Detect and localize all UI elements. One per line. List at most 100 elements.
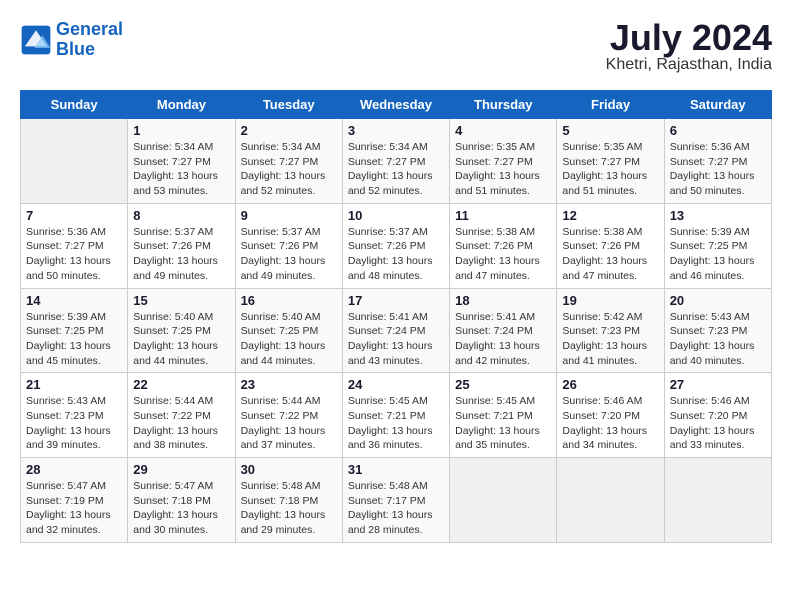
cell-info: Sunrise: 5:36 AM Sunset: 7:27 PM Dayligh… — [670, 140, 766, 199]
page-header: General Blue July 2024 Khetri, Rajasthan… — [20, 20, 772, 74]
calendar-cell: 10 Sunrise: 5:37 AM Sunset: 7:26 PM Dayli… — [342, 203, 449, 288]
calendar-table: SundayMondayTuesdayWednesdayThursdayFrid… — [20, 90, 772, 543]
week-row-1: 1 Sunrise: 5:34 AM Sunset: 7:27 PM Daylig… — [21, 119, 772, 204]
day-number: 24 — [348, 377, 444, 392]
day-number: 15 — [133, 293, 229, 308]
day-number: 6 — [670, 123, 766, 138]
week-row-4: 21 Sunrise: 5:43 AM Sunset: 7:23 PM Dayli… — [21, 373, 772, 458]
day-number: 12 — [562, 208, 658, 223]
logo-icon — [20, 24, 52, 56]
cell-info: Sunrise: 5:43 AM Sunset: 7:23 PM Dayligh… — [26, 394, 122, 453]
calendar-cell: 2Sunrise: 5:34 AM Sunset: 7:27 PM Daylig… — [235, 119, 342, 204]
calendar-cell: 13 Sunrise: 5:39 AM Sunset: 7:25 PM Dayli… — [664, 203, 771, 288]
calendar-cell: 29Sunrise: 5:47 AM Sunset: 7:18 PM Dayli… — [128, 458, 235, 543]
calendar-cell: 28 Sunrise: 5:47 AM Sunset: 7:19 PM Dayli… — [21, 458, 128, 543]
calendar-cell: 21 Sunrise: 5:43 AM Sunset: 7:23 PM Dayli… — [21, 373, 128, 458]
day-header-thursday: Thursday — [450, 91, 557, 119]
calendar-cell: 27 Sunrise: 5:46 AM Sunset: 7:20 PM Dayli… — [664, 373, 771, 458]
cell-info: Sunrise: 5:48 AM Sunset: 7:17 PM Dayligh… — [348, 479, 444, 538]
day-number: 10 — [348, 208, 444, 223]
day-number: 7 — [26, 208, 122, 223]
day-number: 27 — [670, 377, 766, 392]
calendar-cell: 14 Sunrise: 5:39 AM Sunset: 7:25 PM Dayli… — [21, 288, 128, 373]
day-number: 9 — [241, 208, 337, 223]
calendar-cell: 25 Sunrise: 5:45 AM Sunset: 7:21 PM Dayli… — [450, 373, 557, 458]
cell-info: Sunrise: 5:39 AM Sunset: 7:25 PM Dayligh… — [26, 310, 122, 369]
cell-info: Sunrise: 5:37 AM Sunset: 7:26 PM Dayligh… — [348, 225, 444, 284]
day-number: 1 — [133, 123, 229, 138]
calendar-cell: 7Sunrise: 5:36 AM Sunset: 7:27 PM Daylig… — [21, 203, 128, 288]
calendar-cell: 15Sunrise: 5:40 AM Sunset: 7:25 PM Dayli… — [128, 288, 235, 373]
cell-info: Sunrise: 5:38 AM Sunset: 7:26 PM Dayligh… — [562, 225, 658, 284]
calendar-cell: 20 Sunrise: 5:43 AM Sunset: 7:23 PM Dayli… — [664, 288, 771, 373]
cell-info: Sunrise: 5:46 AM Sunset: 7:20 PM Dayligh… — [562, 394, 658, 453]
calendar-cell: 17 Sunrise: 5:41 AM Sunset: 7:24 PM Dayli… — [342, 288, 449, 373]
header-row: SundayMondayTuesdayWednesdayThursdayFrid… — [21, 91, 772, 119]
day-header-saturday: Saturday — [664, 91, 771, 119]
calendar-cell: 24 Sunrise: 5:45 AM Sunset: 7:21 PM Dayli… — [342, 373, 449, 458]
day-number: 2 — [241, 123, 337, 138]
calendar-cell: 31Sunrise: 5:48 AM Sunset: 7:17 PM Dayli… — [342, 458, 449, 543]
logo-text: General Blue — [56, 20, 123, 60]
calendar-cell: 22Sunrise: 5:44 AM Sunset: 7:22 PM Dayli… — [128, 373, 235, 458]
day-number: 5 — [562, 123, 658, 138]
day-number: 16 — [241, 293, 337, 308]
cell-info: Sunrise: 5:43 AM Sunset: 7:23 PM Dayligh… — [670, 310, 766, 369]
calendar-cell — [557, 458, 664, 543]
calendar-cell — [450, 458, 557, 543]
day-number: 21 — [26, 377, 122, 392]
cell-info: Sunrise: 5:37 AM Sunset: 7:26 PM Dayligh… — [241, 225, 337, 284]
calendar-cell — [21, 119, 128, 204]
cell-info: Sunrise: 5:44 AM Sunset: 7:22 PM Dayligh… — [241, 394, 337, 453]
day-number: 20 — [670, 293, 766, 308]
cell-info: Sunrise: 5:39 AM Sunset: 7:25 PM Dayligh… — [670, 225, 766, 284]
day-number: 4 — [455, 123, 551, 138]
calendar-cell: 6 Sunrise: 5:36 AM Sunset: 7:27 PM Daylig… — [664, 119, 771, 204]
cell-info: Sunrise: 5:45 AM Sunset: 7:21 PM Dayligh… — [348, 394, 444, 453]
day-number: 23 — [241, 377, 337, 392]
calendar-cell: 30 Sunrise: 5:48 AM Sunset: 7:18 PM Dayli… — [235, 458, 342, 543]
calendar-cell: 5Sunrise: 5:35 AM Sunset: 7:27 PM Daylig… — [557, 119, 664, 204]
cell-info: Sunrise: 5:46 AM Sunset: 7:20 PM Dayligh… — [670, 394, 766, 453]
day-header-wednesday: Wednesday — [342, 91, 449, 119]
calendar-cell: 1 Sunrise: 5:34 AM Sunset: 7:27 PM Daylig… — [128, 119, 235, 204]
cell-info: Sunrise: 5:41 AM Sunset: 7:24 PM Dayligh… — [348, 310, 444, 369]
cell-info: Sunrise: 5:47 AM Sunset: 7:18 PM Dayligh… — [133, 479, 229, 538]
day-number: 25 — [455, 377, 551, 392]
week-row-3: 14 Sunrise: 5:39 AM Sunset: 7:25 PM Dayli… — [21, 288, 772, 373]
day-number: 14 — [26, 293, 122, 308]
day-number: 28 — [26, 462, 122, 477]
cell-info: Sunrise: 5:42 AM Sunset: 7:23 PM Dayligh… — [562, 310, 658, 369]
calendar-cell: 4Sunrise: 5:35 AM Sunset: 7:27 PM Daylig… — [450, 119, 557, 204]
day-number: 13 — [670, 208, 766, 223]
day-number: 8 — [133, 208, 229, 223]
day-header-sunday: Sunday — [21, 91, 128, 119]
logo: General Blue — [20, 20, 123, 60]
day-number: 17 — [348, 293, 444, 308]
week-row-2: 7Sunrise: 5:36 AM Sunset: 7:27 PM Daylig… — [21, 203, 772, 288]
day-header-friday: Friday — [557, 91, 664, 119]
location-subtitle: Khetri, Rajasthan, India — [606, 56, 772, 74]
calendar-cell: 3Sunrise: 5:34 AM Sunset: 7:27 PM Daylig… — [342, 119, 449, 204]
day-number: 30 — [241, 462, 337, 477]
day-header-tuesday: Tuesday — [235, 91, 342, 119]
calendar-cell: 19Sunrise: 5:42 AM Sunset: 7:23 PM Dayli… — [557, 288, 664, 373]
calendar-cell: 9 Sunrise: 5:37 AM Sunset: 7:26 PM Daylig… — [235, 203, 342, 288]
calendar-cell: 8Sunrise: 5:37 AM Sunset: 7:26 PM Daylig… — [128, 203, 235, 288]
cell-info: Sunrise: 5:40 AM Sunset: 7:25 PM Dayligh… — [241, 310, 337, 369]
cell-info: Sunrise: 5:45 AM Sunset: 7:21 PM Dayligh… — [455, 394, 551, 453]
day-number: 11 — [455, 208, 551, 223]
cell-info: Sunrise: 5:44 AM Sunset: 7:22 PM Dayligh… — [133, 394, 229, 453]
calendar-cell: 11 Sunrise: 5:38 AM Sunset: 7:26 PM Dayli… — [450, 203, 557, 288]
day-header-monday: Monday — [128, 91, 235, 119]
cell-info: Sunrise: 5:47 AM Sunset: 7:19 PM Dayligh… — [26, 479, 122, 538]
calendar-cell: 26Sunrise: 5:46 AM Sunset: 7:20 PM Dayli… — [557, 373, 664, 458]
cell-info: Sunrise: 5:38 AM Sunset: 7:26 PM Dayligh… — [455, 225, 551, 284]
cell-info: Sunrise: 5:48 AM Sunset: 7:18 PM Dayligh… — [241, 479, 337, 538]
cell-info: Sunrise: 5:41 AM Sunset: 7:24 PM Dayligh… — [455, 310, 551, 369]
day-number: 3 — [348, 123, 444, 138]
cell-info: Sunrise: 5:34 AM Sunset: 7:27 PM Dayligh… — [133, 140, 229, 199]
month-title: July 2024 — [606, 20, 772, 56]
calendar-cell: 12 Sunrise: 5:38 AM Sunset: 7:26 PM Dayli… — [557, 203, 664, 288]
week-row-5: 28 Sunrise: 5:47 AM Sunset: 7:19 PM Dayli… — [21, 458, 772, 543]
